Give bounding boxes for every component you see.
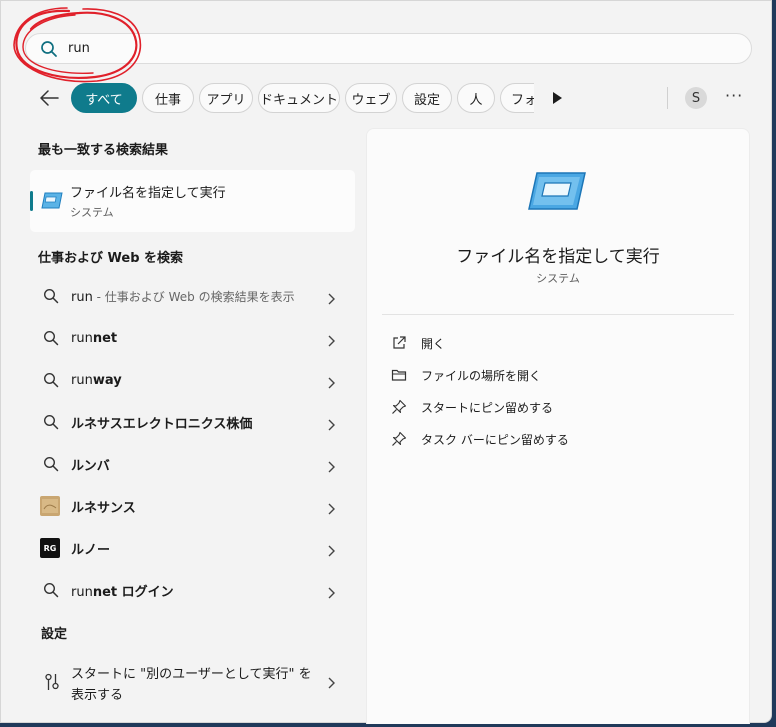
- chevron-right-icon: [327, 500, 335, 519]
- tab-people[interactable]: 人: [457, 83, 495, 113]
- run-dialog-icon: [527, 171, 587, 215]
- query-hint: - 仕事および Web の検索結果を表示: [92, 289, 295, 304]
- suggestion-completion: net: [92, 330, 118, 346]
- pin-icon: [391, 399, 407, 415]
- detail-pane: ファイル名を指定して実行 システム 開く ファイルの場所を開く スタートにピン留…: [366, 128, 750, 724]
- best-match-item[interactable]: ファイル名を指定して実行 システム: [30, 170, 355, 232]
- action-open[interactable]: 開く: [391, 331, 721, 355]
- list-item[interactable]: ルネサンス: [30, 487, 355, 525]
- setting-item[interactable]: スタートに "別のユーザーとして実行" を 表示する: [30, 657, 355, 707]
- suggestion-completion: ルンバ: [71, 458, 110, 474]
- search-icon: [42, 371, 60, 389]
- tab-settings[interactable]: 設定: [402, 83, 452, 113]
- search-panel: すべて 仕事 アプリ ドキュメント ウェブ 設定 人 フォ S ··· 最も一致…: [0, 0, 775, 724]
- best-match-subtitle: システム: [70, 206, 114, 219]
- search-icon: [42, 287, 60, 305]
- search-icon: [40, 40, 58, 58]
- action-label: 開く: [421, 336, 446, 351]
- tab-work[interactable]: 仕事: [142, 83, 194, 113]
- back-arrow-icon[interactable]: [37, 87, 61, 109]
- action-pin-to-start[interactable]: スタートにピン留めする: [391, 395, 721, 419]
- action-label: スタートにピン留めする: [421, 400, 554, 415]
- suggestion-prefix: run: [71, 584, 93, 600]
- list-item[interactable]: runway: [30, 361, 355, 399]
- tab-folders[interactable]: フォ: [500, 83, 534, 113]
- suggestion-completion: way: [92, 372, 122, 388]
- chevron-right-icon: [327, 374, 335, 393]
- list-item[interactable]: ルンバ: [30, 445, 355, 483]
- detail-title: ファイル名を指定して実行: [456, 247, 660, 267]
- chevron-right-icon: [327, 674, 335, 693]
- search-icon: [42, 455, 60, 473]
- tab-web[interactable]: ウェブ: [345, 83, 397, 113]
- pin-icon: [391, 431, 407, 447]
- action-open-file-location[interactable]: ファイルの場所を開く: [391, 363, 721, 387]
- chevron-right-icon: [327, 290, 335, 309]
- web-search-heading: 仕事および Web を検索: [38, 251, 184, 266]
- best-match-heading: 最も一致する検索結果: [38, 143, 169, 158]
- rg-logo-icon: RG: [40, 538, 60, 558]
- action-pin-to-taskbar[interactable]: タスク バーにピン留めする: [391, 427, 721, 451]
- folder-icon: [391, 367, 407, 383]
- divider: [382, 314, 734, 315]
- more-options-icon[interactable]: ···: [725, 86, 743, 105]
- tab-apps[interactable]: アプリ: [199, 83, 253, 113]
- suggestion-prefix: run: [71, 330, 93, 346]
- open-external-icon: [391, 335, 407, 351]
- chevron-right-icon: [327, 542, 335, 561]
- divider: [667, 87, 668, 109]
- tab-documents[interactable]: ドキュメント: [258, 83, 340, 113]
- suggestion-completion: ルノー: [71, 542, 111, 558]
- renaissance-thumbnail: [39, 495, 61, 517]
- list-item[interactable]: RG ルノー: [30, 529, 355, 567]
- suggestion-completion: ルネサスエレクトロニクス株価: [71, 416, 253, 432]
- list-item[interactable]: ルネサスエレクトロニクス株価: [30, 403, 355, 441]
- action-label: タスク バーにピン留めする: [421, 432, 569, 447]
- selection-indicator: [30, 191, 33, 211]
- list-item[interactable]: runnet: [30, 319, 355, 357]
- search-box[interactable]: [25, 33, 752, 64]
- tab-all[interactable]: すべて: [71, 83, 137, 113]
- setting-label-line1: スタートに "別のユーザーとして実行" を: [71, 667, 312, 682]
- search-icon: [42, 329, 60, 347]
- chevron-right-icon: [327, 584, 335, 603]
- query-text: run: [71, 289, 93, 305]
- list-item[interactable]: run - 仕事および Web の検索結果を表示: [30, 277, 355, 315]
- search-icon: [42, 413, 60, 431]
- suggestion-completion: net ログイン: [92, 584, 174, 600]
- run-dialog-icon: [41, 192, 63, 213]
- setting-label-line2: 表示する: [71, 688, 124, 703]
- avatar[interactable]: S: [685, 87, 707, 109]
- best-match-title: ファイル名を指定して実行: [70, 186, 226, 201]
- detail-subtitle: システム: [536, 272, 580, 285]
- chevron-right-icon: [327, 458, 335, 477]
- search-icon: [42, 581, 60, 599]
- suggestion-prefix: run: [71, 372, 93, 388]
- chevron-right-icon: [327, 416, 335, 435]
- suggestion-completion: ルネサンス: [71, 500, 136, 516]
- scroll-right-icon[interactable]: [550, 90, 564, 106]
- settings-heading: 設定: [41, 627, 68, 642]
- list-item[interactable]: runnet ログイン: [30, 571, 355, 609]
- action-label: ファイルの場所を開く: [421, 368, 542, 383]
- chevron-right-icon: [327, 332, 335, 351]
- search-input[interactable]: [68, 41, 668, 56]
- settings-icon: [44, 673, 60, 695]
- rg-logo-text: RG: [43, 543, 57, 553]
- filter-bar: すべて 仕事 アプリ ドキュメント ウェブ 設定 人 フォ S ···: [35, 81, 775, 115]
